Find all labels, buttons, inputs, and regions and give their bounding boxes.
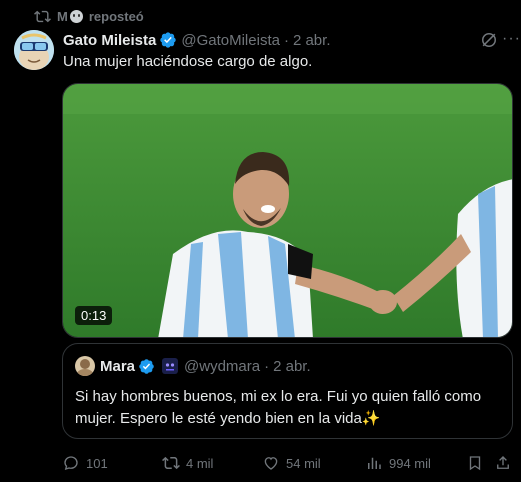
video-frame (63, 84, 512, 337)
repost-icon (34, 10, 51, 22)
repost-icon (162, 456, 180, 470)
share-button[interactable] (494, 452, 512, 474)
views-count: 994 mil (389, 455, 431, 471)
tweet-header: Gato Mileista @GatoMileista · 2 abr. (63, 30, 511, 50)
author-avatar[interactable] (14, 30, 54, 70)
quote-header: Mara @wydmara · 2 abr. (75, 356, 500, 376)
tweet-date[interactable]: 2 abr. (293, 32, 331, 49)
quoted-tweet[interactable]: Mara @wydmara · 2 abr. Si hay hombres bu… (62, 343, 513, 439)
like-button[interactable]: 54 mil (262, 452, 321, 474)
more-icon[interactable]: ··· (502, 29, 521, 49)
author-name[interactable]: Gato Mileista (63, 32, 156, 49)
reposter-emoji (69, 9, 83, 23)
video-player[interactable]: 0:13 (62, 83, 513, 338)
repost-label: reposteó (88, 8, 144, 24)
share-icon (497, 456, 509, 469)
separator: · (283, 31, 289, 49)
bookmark-button[interactable] (466, 452, 484, 474)
views-icon (368, 457, 381, 469)
quote-verified-icon (139, 358, 154, 374)
reposter-name[interactable]: M (57, 9, 68, 24)
video-duration: 0:13 (75, 306, 113, 325)
repost-indicator[interactable]: M reposteó (34, 7, 144, 25)
reply-count: 101 (86, 455, 108, 471)
views-button[interactable]: 994 mil (365, 452, 431, 474)
reply-icon (64, 456, 78, 471)
quote-author-name[interactable]: Mara (100, 358, 135, 375)
affiliate-badge-icon (162, 358, 179, 374)
quote-text: Si hay hombres buenos, mi ex lo era. Fui… (75, 388, 482, 427)
quote-author-handle[interactable]: @wydmara (184, 358, 260, 375)
action-bar: 101 4 mil 54 mil 994 mil (62, 452, 513, 474)
author-handle[interactable]: @GatoMileista (181, 32, 280, 49)
like-count: 54 mil (286, 455, 321, 471)
quote-separator: · (264, 357, 270, 375)
repost-count: 4 mil (186, 455, 214, 471)
grok-icon[interactable] (479, 30, 499, 50)
repost-button[interactable]: 4 mil (162, 452, 213, 474)
reply-button[interactable]: 101 (62, 452, 108, 474)
quote-author-avatar[interactable] (75, 356, 95, 376)
bookmark-icon (469, 456, 481, 471)
verified-icon (160, 32, 177, 48)
like-icon (264, 457, 278, 470)
quote-date[interactable]: 2 abr. (273, 358, 311, 375)
tweet-text: Una mujer haciéndose cargo de algo. (63, 53, 313, 70)
